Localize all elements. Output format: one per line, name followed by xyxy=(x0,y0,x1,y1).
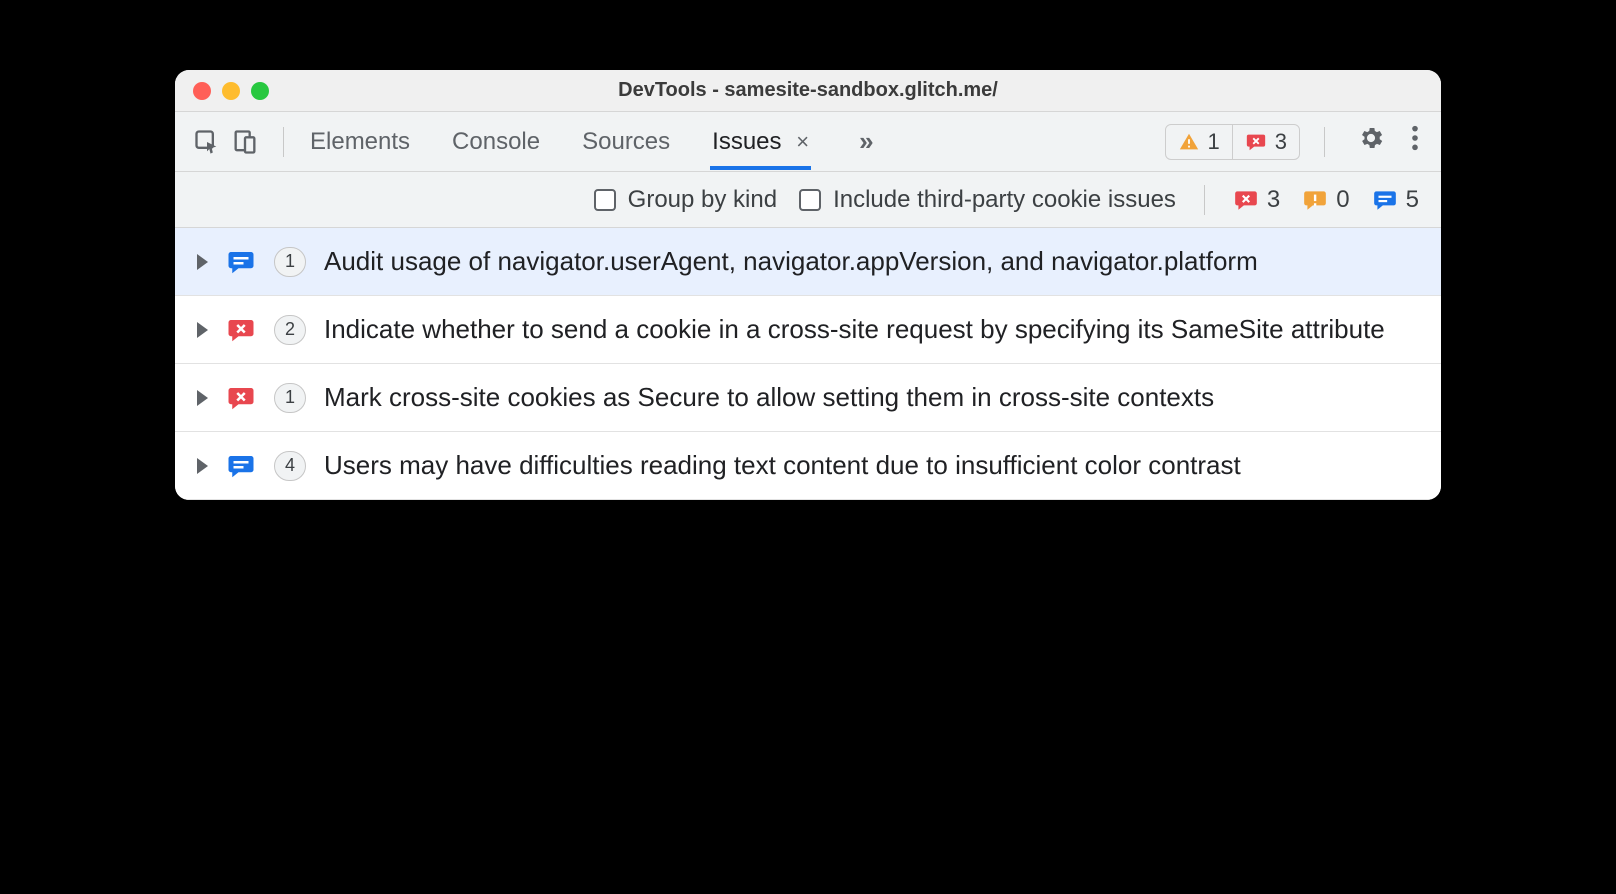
include-third-party-checkbox[interactable]: Include third-party cookie issues xyxy=(799,186,1176,214)
device-toolbar-icon[interactable] xyxy=(231,128,259,156)
warning-stat-count: 0 xyxy=(1336,186,1349,214)
info-stat[interactable]: 5 xyxy=(1372,186,1419,214)
issue-counters: 1 3 xyxy=(1165,124,1301,160)
issue-title: Indicate whether to send a cookie in a c… xyxy=(324,312,1419,347)
info-chat-icon xyxy=(1372,187,1398,213)
close-tab-icon[interactable]: × xyxy=(796,129,809,154)
disclosure-triangle-icon[interactable] xyxy=(197,458,208,474)
error-chat-icon xyxy=(226,315,256,345)
issue-count-badge: 1 xyxy=(274,383,306,413)
error-chat-icon xyxy=(226,383,256,413)
window-title: DevTools - samesite-sandbox.glitch.me/ xyxy=(175,79,1441,102)
error-stat[interactable]: 3 xyxy=(1233,186,1280,214)
error-counter[interactable]: 3 xyxy=(1232,125,1299,159)
tab-elements[interactable]: Elements xyxy=(308,114,412,170)
warning-counter[interactable]: 1 xyxy=(1166,125,1232,159)
info-chat-icon xyxy=(226,247,256,277)
info-chat-icon xyxy=(226,451,256,481)
divider xyxy=(283,127,284,157)
warning-icon xyxy=(1178,131,1200,153)
tab-sources[interactable]: Sources xyxy=(580,114,672,170)
error-chat-icon xyxy=(1233,187,1259,213)
error-stat-count: 3 xyxy=(1267,186,1280,214)
issue-row[interactable]: 4 Users may have difficulties reading tex… xyxy=(175,432,1441,500)
include-third-party-label: Include third-party cookie issues xyxy=(833,186,1176,214)
issue-title: Audit usage of navigator.userAgent, navi… xyxy=(324,244,1419,279)
tabs-overflow-button[interactable]: » xyxy=(849,126,883,157)
checkbox-icon xyxy=(594,189,616,211)
issue-row[interactable]: 1 Mark cross-site cookies as Secure to al… xyxy=(175,364,1441,432)
error-chat-icon xyxy=(1245,131,1267,153)
tab-console[interactable]: Console xyxy=(450,114,542,170)
issues-list: 1 Audit usage of navigator.userAgent, nav… xyxy=(175,228,1441,500)
info-stat-count: 5 xyxy=(1406,186,1419,214)
tabbar: Elements Console Sources Issues × » 1 3 xyxy=(175,112,1441,172)
close-window-button[interactable] xyxy=(193,82,211,100)
traffic-lights xyxy=(175,82,269,100)
issue-count-badge: 4 xyxy=(274,451,306,481)
tab-issues-label: Issues xyxy=(712,128,781,155)
divider xyxy=(1204,185,1205,215)
warning-count: 1 xyxy=(1208,129,1220,155)
maximize-window-button[interactable] xyxy=(251,82,269,100)
issue-row[interactable]: 1 Audit usage of navigator.userAgent, nav… xyxy=(175,228,1441,296)
warning-stat[interactable]: 0 xyxy=(1302,186,1349,214)
minimize-window-button[interactable] xyxy=(222,82,240,100)
issue-count-badge: 1 xyxy=(274,247,306,277)
disclosure-triangle-icon[interactable] xyxy=(197,254,208,270)
inspect-element-icon[interactable] xyxy=(193,128,221,156)
settings-button[interactable] xyxy=(1349,124,1393,159)
tabs: Elements Console Sources Issues × » xyxy=(308,114,884,170)
disclosure-triangle-icon[interactable] xyxy=(197,322,208,338)
error-count: 3 xyxy=(1275,129,1287,155)
divider xyxy=(1324,127,1325,157)
tab-issues[interactable]: Issues × xyxy=(710,114,811,170)
warning-chat-icon xyxy=(1302,187,1328,213)
titlebar: DevTools - samesite-sandbox.glitch.me/ xyxy=(175,70,1441,112)
issue-row[interactable]: 2 Indicate whether to send a cookie in a … xyxy=(175,296,1441,364)
more-options-button[interactable] xyxy=(1403,124,1427,159)
group-by-kind-checkbox[interactable]: Group by kind xyxy=(594,186,777,214)
issue-title: Users may have difficulties reading text… xyxy=(324,448,1419,483)
group-by-kind-label: Group by kind xyxy=(628,186,777,214)
disclosure-triangle-icon[interactable] xyxy=(197,390,208,406)
devtools-window: DevTools - samesite-sandbox.glitch.me/ E… xyxy=(175,70,1441,500)
checkbox-icon xyxy=(799,189,821,211)
issue-title: Mark cross-site cookies as Secure to all… xyxy=(324,380,1419,415)
issue-count-badge: 2 xyxy=(274,315,306,345)
filter-bar: Group by kind Include third-party cookie… xyxy=(175,172,1441,228)
